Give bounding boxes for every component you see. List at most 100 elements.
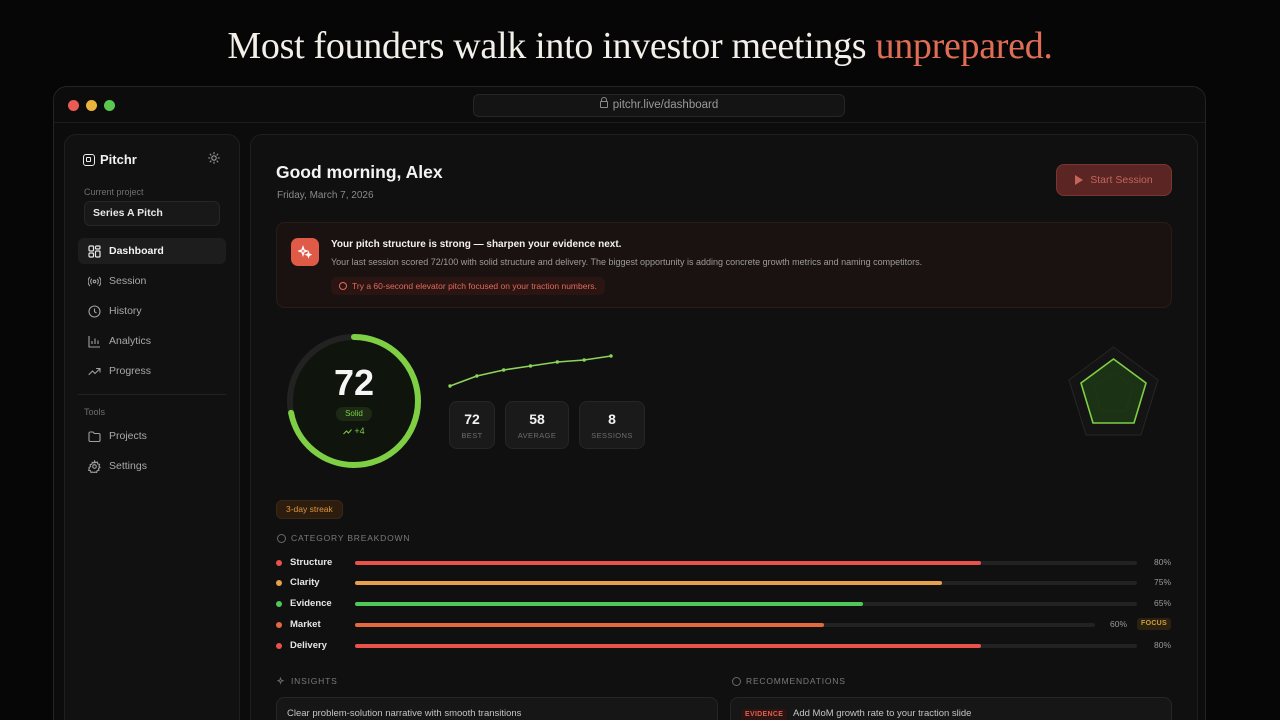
category-name: Structure — [290, 557, 333, 568]
recommendations-heading: RECOMMENDATIONS — [732, 676, 846, 686]
category-bar-fill — [355, 561, 981, 565]
category-bar-track — [355, 623, 1095, 627]
brand[interactable]: Pitchr — [83, 152, 137, 167]
target-icon — [277, 533, 286, 543]
date-text: Friday, March 7, 2026 — [277, 190, 374, 201]
insights-label: INSIGHTS — [291, 676, 338, 686]
insight-text: Clear problem-solution narrative with sm… — [287, 708, 522, 719]
clock-icon — [88, 304, 101, 318]
sidebar-item-label: Dashboard — [109, 245, 164, 257]
category-bar-track — [355, 561, 1137, 565]
streak-badge: 3-day streak — [276, 500, 343, 519]
recommendations-label: RECOMMENDATIONS — [746, 676, 846, 686]
tools-label: Tools — [84, 407, 106, 417]
sidebar-item-progress[interactable]: Progress — [78, 358, 226, 384]
sparkline-point — [582, 358, 586, 362]
stat-label: BEST — [461, 431, 483, 440]
maximize-window-button[interactable] — [104, 100, 115, 111]
sparkline-point — [555, 360, 560, 364]
category-color-dot — [276, 560, 282, 566]
insight-banner: Your pitch structure is strong — sharpen… — [276, 222, 1172, 308]
category-color-dot — [276, 622, 282, 628]
score-trend-sparkline — [448, 354, 613, 388]
sidebar-item-history[interactable]: History — [78, 298, 226, 324]
sidebar-item-label: Projects — [109, 430, 147, 442]
broadcast-icon — [88, 276, 101, 286]
gear-icon — [88, 459, 101, 473]
sidebar-item-projects[interactable]: Projects — [78, 423, 226, 449]
category-bar-track — [355, 581, 1137, 585]
score-delta-value: +4 — [354, 426, 365, 436]
recommendation-text: Add MoM growth rate to your traction sli… — [793, 708, 972, 719]
headline-accent: unprepared. — [875, 25, 1053, 67]
sidebar-item-settings[interactable]: Settings — [78, 453, 226, 479]
sparkle-icon — [291, 238, 319, 266]
brand-name: Pitchr — [100, 152, 137, 167]
category-bar-fill — [355, 623, 825, 627]
category-radar-chart — [1068, 346, 1159, 436]
target-icon — [339, 282, 347, 290]
folder-icon — [88, 430, 101, 442]
stat-best: 72 BEST — [449, 401, 495, 449]
stat-sessions: 8 SESSIONS — [579, 401, 645, 449]
browser-window: pitchr.live/dashboard Pitchr Current pro… — [53, 86, 1206, 720]
category-bar-track — [355, 602, 1137, 606]
title-bar: pitchr.live/dashboard — [54, 87, 1205, 123]
category-percent: 80% — [1154, 640, 1172, 650]
category-bar-track — [355, 644, 1137, 648]
project-selector[interactable]: Series A Pitch — [84, 201, 220, 226]
trend-icon — [88, 367, 101, 375]
address-bar[interactable]: pitchr.live/dashboard — [473, 94, 845, 117]
category-row: Structure 80% — [276, 556, 1172, 570]
category-bar-fill — [355, 602, 864, 606]
banner-tip[interactable]: Try a 60-second elevator pitch focused o… — [331, 277, 605, 295]
start-session-label: Start Session — [1090, 174, 1153, 186]
stat-label: AVERAGE — [517, 431, 557, 440]
sidebar-divider — [78, 394, 226, 395]
category-percent: 75% — [1154, 577, 1172, 587]
pitchr-logo-icon — [83, 153, 95, 166]
stat-label: SESSIONS — [591, 431, 633, 440]
category-row: Evidence 65% — [276, 597, 1172, 611]
category-name: Evidence — [290, 598, 332, 609]
sparkline-point — [448, 384, 452, 388]
sidebar: Pitchr Current project Series A Pitch Da… — [64, 134, 240, 720]
minimize-window-button[interactable] — [86, 100, 97, 111]
score-value: 72 — [333, 362, 375, 403]
banner-title: Your pitch structure is strong — sharpen… — [331, 239, 622, 250]
sparkline-point — [609, 354, 613, 358]
trend-up-icon — [343, 428, 353, 434]
category-name: Delivery — [290, 640, 327, 651]
sidebar-item-session[interactable]: Session — [78, 268, 226, 294]
recommendation-tag: EVIDENCE — [741, 709, 788, 720]
stat-average: 58 AVERAGE — [505, 401, 569, 449]
url-text: pitchr.live/dashboard — [612, 99, 719, 111]
close-window-button[interactable] — [68, 100, 79, 111]
category-breakdown-label: CATEGORY BREAKDOWN — [291, 533, 411, 543]
sparkline-path — [449, 355, 612, 387]
score-rating-badge: Solid — [336, 407, 372, 421]
insight-card[interactable]: Clear problem-solution narrative with sm… — [276, 697, 718, 720]
stat-value: 72 — [464, 411, 480, 427]
category-percent: 65% — [1154, 598, 1172, 608]
current-project-label: Current project — [84, 187, 144, 197]
category-name: Clarity — [290, 577, 320, 588]
theme-toggle-icon[interactable] — [208, 152, 220, 164]
headline: Most founders walk into investor meeting… — [0, 24, 1280, 68]
recommendation-card[interactable]: EVIDENCE Add MoM growth rate to your tra… — [730, 697, 1172, 720]
category-percent: 60% — [1110, 619, 1128, 629]
category-bar-fill — [355, 644, 981, 648]
sparkline-point — [528, 364, 533, 368]
category-color-dot — [276, 643, 282, 649]
sparkline-point — [475, 374, 479, 378]
sidebar-item-analytics[interactable]: Analytics — [78, 328, 226, 354]
category-name: Market — [290, 619, 321, 630]
sidebar-item-label: Analytics — [109, 335, 152, 347]
sidebar-item-label: History — [109, 305, 142, 317]
category-bar-fill — [355, 581, 942, 585]
sidebar-item-dashboard[interactable]: Dashboard — [78, 238, 226, 264]
sparkle-icon — [277, 676, 285, 685]
category-row: Delivery 80% — [276, 639, 1172, 653]
sparkline-point — [501, 368, 506, 372]
start-session-button[interactable]: Start Session — [1056, 164, 1172, 196]
